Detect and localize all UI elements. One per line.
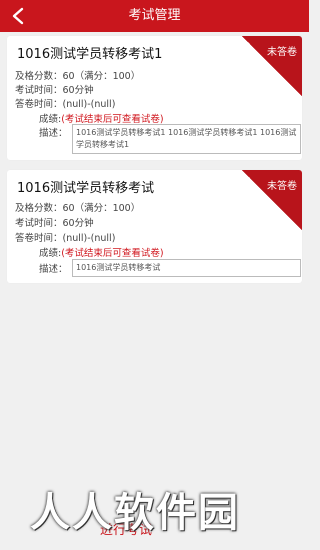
pass-score-text: 及格分数：60（满分：100） (15, 203, 141, 214)
exam-card[interactable]: 未答卷 1016测试学员转移考试 及格分数：60（满分：100） 考试时间：60… (7, 170, 302, 283)
description-label: 描述： (39, 128, 68, 139)
watermark: 人人软件园 (30, 490, 240, 536)
score-label: 成绩: (39, 114, 62, 125)
status-badge: 未答卷 (267, 181, 297, 192)
exam-time-text: 考试时间：60分钟 (15, 85, 94, 96)
answer-time-text: 答卷时间：(null)-(null) (15, 99, 116, 110)
score-row: 成绩:(考试结束后可查看试卷) (39, 111, 164, 125)
score-row: 成绩:(考试结束后可查看试卷) (39, 245, 164, 259)
exam-title: 1016测试学员转移考试 (17, 181, 155, 196)
description-label: 描述： (39, 264, 68, 275)
score-value[interactable]: (考试结束后可查看试卷) (61, 248, 163, 259)
header-bar: 考试管理 (0, 0, 309, 32)
exam-title: 1016测试学员转移考试1 (17, 47, 163, 62)
pass-score-text: 及格分数：60（满分：100） (15, 71, 141, 82)
page-title: 考试管理 (128, 8, 181, 23)
answer-time-text: 答卷时间：(null)-(null) (15, 233, 116, 244)
exam-card[interactable]: 未答卷 1016测试学员转移考试1 及格分数：60（满分：100） 考试时间：6… (7, 36, 302, 160)
score-label: 成绩: (39, 248, 62, 259)
description-box: 1016测试学员转移考试 (72, 259, 301, 277)
exam-time-text: 考试时间：60分钟 (15, 218, 94, 229)
status-badge: 未答卷 (267, 47, 297, 58)
description-box: 1016测试学员转移考试1 1016测试学员转移考试1 1016测试学员转移考试… (72, 124, 301, 154)
